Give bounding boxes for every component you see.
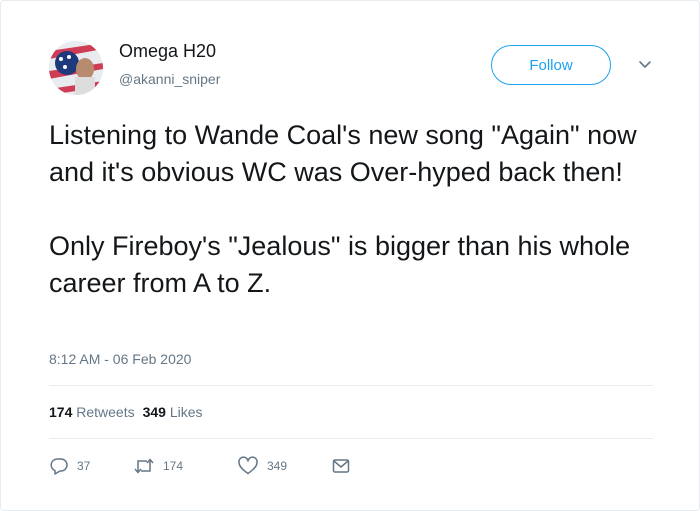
heart-icon bbox=[238, 456, 258, 475]
likes-stat[interactable]: 349 Likes bbox=[143, 404, 203, 420]
tweet-stats: 174 Retweets 349 Likes bbox=[49, 404, 203, 420]
message-icon bbox=[332, 459, 350, 473]
retweet-icon bbox=[134, 458, 154, 474]
like-button[interactable]: 349 bbox=[237, 455, 287, 477]
retweets-stat[interactable]: 174 Retweets bbox=[49, 404, 135, 420]
likes-label: Likes bbox=[169, 404, 203, 420]
direct-message-button[interactable] bbox=[331, 455, 351, 477]
avatar-image bbox=[49, 41, 103, 95]
like-count: 349 bbox=[267, 459, 288, 473]
retweets-count: 174 bbox=[49, 404, 73, 420]
reply-count: 37 bbox=[77, 459, 91, 473]
divider bbox=[49, 438, 653, 439]
avatar[interactable] bbox=[49, 41, 103, 95]
retweet-button[interactable]: 174 bbox=[133, 455, 183, 477]
author-name[interactable]: Omega H20 bbox=[119, 41, 216, 62]
tweet-paragraph: Only Fireboy's "Jealous" is bigger than … bbox=[49, 231, 631, 298]
chevron-down-icon[interactable] bbox=[635, 57, 655, 73]
tweet-paragraph: Listening to Wande Coal's new song "Agai… bbox=[49, 120, 637, 187]
reply-icon bbox=[50, 458, 68, 475]
tweet-text: Listening to Wande Coal's new song "Agai… bbox=[49, 117, 669, 302]
reply-button[interactable]: 37 bbox=[49, 455, 90, 477]
retweet-count: 174 bbox=[163, 459, 184, 473]
likes-count: 349 bbox=[142, 404, 166, 420]
tweet-timestamp[interactable]: 8:12 AM - 06 Feb 2020 bbox=[49, 351, 191, 367]
follow-button[interactable]: Follow bbox=[491, 45, 611, 85]
author-handle[interactable]: @akanni_sniper bbox=[119, 71, 220, 87]
retweets-label: Retweets bbox=[76, 404, 135, 420]
tweet-card: Omega H20 @akanni_sniper Follow Listenin… bbox=[0, 0, 700, 511]
divider bbox=[49, 385, 653, 386]
